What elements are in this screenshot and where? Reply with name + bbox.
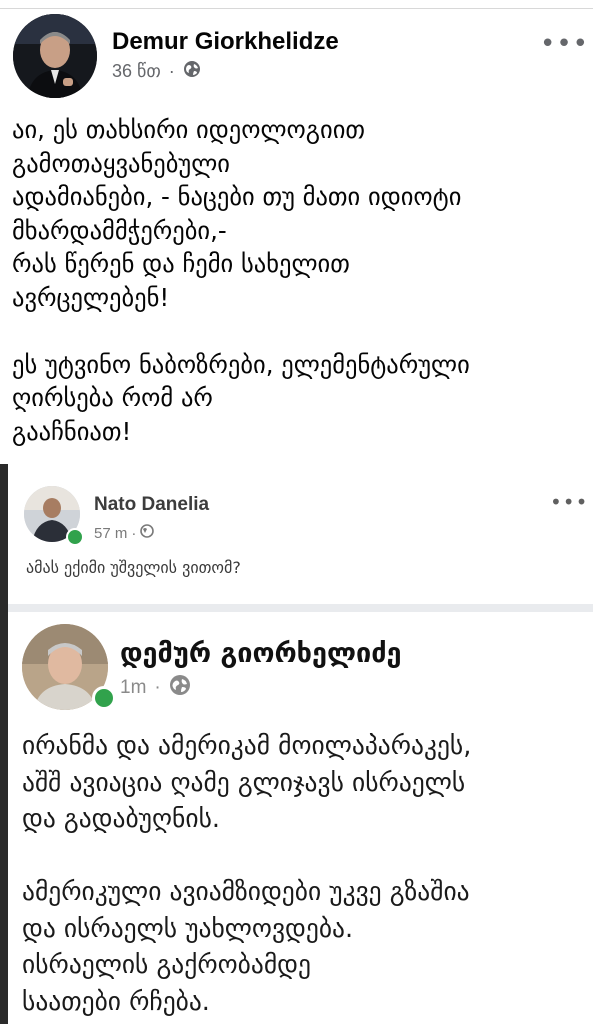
post-body: აი, ეს თახსირი იდეოლოგიით გამოთაყვანებულ… (12, 113, 587, 448)
post-line: ღირსება რომ არ (12, 383, 213, 412)
post-line: ეს უტვინო ნაბოზრები, ელემენტარული (12, 349, 470, 379)
shared-post-line: და ისრაელს უახლოვდება. (22, 913, 354, 944)
author-name[interactable]: Demur Giorkhelidze (112, 28, 339, 56)
shared-post-card: დემურ გიორხელიძე 1m · ირანმა და ამერიკამ… (8, 612, 593, 1024)
shared-post-line: აშშ ავიაცია ღამე გლიჯავს ისრაელს (22, 767, 466, 798)
globe-icon (183, 60, 201, 83)
post-line: ადამიანები, - ნაცები თუ მათი იდიოტი (12, 182, 462, 211)
shared-post-line: და გადაბუღნის. (22, 804, 220, 834)
shared-post-line: ისრაელის გაქრობამდე (22, 950, 311, 980)
post-line (12, 314, 587, 348)
shared-author-name: დემურ გიორხელიძე (120, 638, 402, 669)
post-line: მხარდამმჭერები,- (12, 215, 227, 245)
comment-time: 57 m (94, 524, 128, 542)
post-line: რას წერენ და ჩემი სახელით (12, 249, 350, 278)
globe-icon (140, 524, 155, 542)
post-line: ავრცელებენ! (12, 282, 170, 312)
author-avatar[interactable] (13, 14, 97, 98)
image-left-edge (0, 464, 8, 1024)
commenter-name: Nato Danelia (94, 494, 210, 515)
online-indicator (92, 686, 116, 710)
attached-screenshot[interactable]: Nato Danelia 57 m · ••• ამას ექიმი უშველ… (8, 464, 593, 1024)
shared-post-line: საათები რჩება. (22, 986, 210, 1017)
more-options-icon: ••• (550, 490, 589, 514)
shared-post-body: ირანმა და ამერიკამ მოილაპარაკეს, აშშ ავი… (22, 728, 471, 1020)
comment-text: ამას ექიმი უშველის ვითომ? (26, 558, 241, 577)
more-options-icon[interactable]: ••• (540, 31, 589, 57)
meta-separator: · (154, 677, 161, 698)
globe-icon (169, 674, 191, 702)
post-line: გააჩნიათ! (12, 416, 132, 446)
shared-post-line: ამერიკული ავიამზიდები უკვე გზაშია (22, 877, 470, 907)
shared-post-time: 1m (120, 677, 147, 698)
online-indicator (66, 528, 84, 546)
comment-meta: 57 m · (94, 524, 155, 542)
shared-post-line: ირანმა და ამერიკამ მოილაპარაკეს, (22, 731, 472, 761)
post-time[interactable]: 36 წთ (112, 61, 161, 82)
post-line: აი, ეს თახსირი იდეოლოგიით (12, 115, 366, 144)
shared-post-meta: 1m · (120, 674, 191, 702)
meta-separator: · (131, 524, 137, 542)
meta-separator: · (168, 61, 175, 81)
post-line: გამოთაყვანებული (12, 148, 230, 178)
comment-card: Nato Danelia 57 m · ••• ამას ექიმი უშველ… (8, 464, 593, 604)
post-meta: 36 წთ · (112, 60, 201, 83)
top-divider (0, 8, 593, 9)
card-separator (8, 604, 593, 612)
